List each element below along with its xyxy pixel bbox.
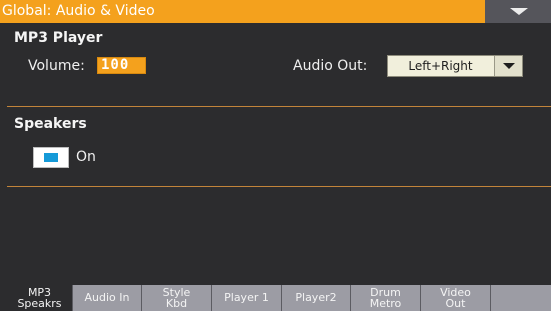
tab-label: Kbd — [165, 297, 188, 310]
tab-drum-metro[interactable]: Drum Metro — [351, 285, 421, 311]
tab-label: Out — [445, 297, 466, 310]
tab-mp3-speakrs[interactable]: MP3 Speakrs — [7, 285, 73, 311]
audio-out-selected-value: Left+Right — [408, 59, 473, 73]
speakers-section-title: Speakers — [14, 116, 87, 132]
tab-label: Player2 — [295, 291, 337, 304]
page-tabs: MP3 Speakrs Audio In Style Kbd Player 1 … — [7, 285, 551, 311]
tab-style-kbd[interactable]: Style Kbd — [142, 285, 212, 311]
tab-label: Audio In — [84, 291, 130, 304]
tab-label: Speakrs — [17, 297, 62, 310]
mp3-player-section-title: MP3 Player — [14, 30, 103, 46]
tab-player-1[interactable]: Player 1 — [212, 285, 282, 311]
tab-audio-in[interactable]: Audio In — [73, 285, 142, 311]
tab-label: Player 1 — [224, 291, 269, 304]
tab-video-out[interactable]: Video Out — [421, 285, 491, 311]
triangle-down-icon — [503, 63, 515, 69]
section-divider — [7, 106, 551, 107]
tab-player-2[interactable]: Player2 — [282, 285, 351, 311]
chevron-down-icon — [510, 8, 528, 15]
checkbox-checked-indicator — [44, 153, 58, 162]
speakers-on-label: On — [76, 149, 96, 165]
audio-out-dropdown[interactable]: Left+Right — [387, 55, 523, 77]
section-divider — [7, 186, 551, 187]
page-menu-button[interactable] — [485, 0, 551, 23]
volume-label: Volume: — [28, 58, 85, 74]
tab-label: Metro — [369, 297, 402, 310]
speakers-on-checkbox[interactable] — [33, 147, 69, 168]
audio-out-label: Audio Out: — [293, 58, 368, 74]
tab-bar-filler — [491, 285, 551, 311]
volume-value-field[interactable]: 100 — [97, 57, 146, 74]
title-bar: Global: Audio & Video — [0, 0, 551, 23]
page-title: Global: Audio & Video — [2, 3, 155, 19]
dropdown-arrow-button[interactable] — [494, 56, 522, 76]
